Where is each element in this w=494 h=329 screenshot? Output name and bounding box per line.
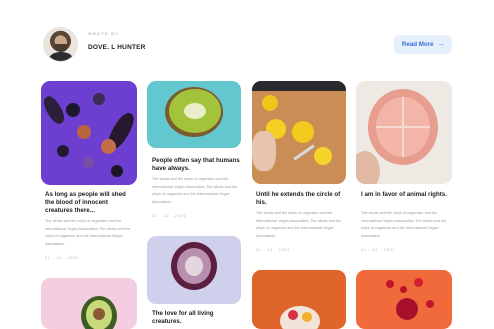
post-excerpt: The whats and the whys of veganism and t… — [256, 211, 342, 238]
post-image-kiwi[interactable] — [147, 81, 241, 148]
post-title[interactable]: Until he extends the circle of his. — [256, 191, 344, 207]
read-more-label: Read More — [401, 41, 434, 48]
post-date: 21 . 12 . 2021 — [152, 214, 187, 218]
post-title[interactable]: As long as people will shed the blood of… — [45, 191, 135, 215]
post-image-eggplant[interactable] — [41, 81, 137, 185]
post-excerpt: The whats and the whys of veganism and t… — [361, 211, 447, 238]
post-title[interactable]: I am in favor of animal rights. — [361, 191, 451, 199]
author-name: DOVE. L HUNTER — [88, 44, 146, 51]
post-image-yellow-fruit[interactable] — [252, 81, 346, 184]
read-more-button[interactable]: Read More → — [394, 35, 452, 54]
author-avatar — [44, 28, 77, 61]
post-date: 21 . 12 . 2021 — [361, 248, 396, 252]
post-image-fruit-bowl[interactable] — [252, 270, 346, 329]
post-image-pomegranate[interactable] — [356, 270, 452, 329]
arrow-right-icon: → — [437, 41, 445, 48]
post-title[interactable]: People often say that humans have always… — [152, 157, 242, 173]
post-excerpt: The whats and the whys of veganism and t… — [152, 177, 238, 204]
post-title[interactable]: The love for all living creatures. — [152, 310, 242, 326]
post-image-grapefruit[interactable] — [356, 81, 452, 184]
post-excerpt: The whats and the whys of veganism and t… — [45, 219, 131, 246]
post-image-avocado[interactable] — [41, 278, 137, 329]
wrote-by-label: WROTE BY — [88, 31, 119, 36]
post-date: 21 . 12 . 2021 — [45, 256, 80, 260]
post-date: 21 . 12 . 2021 — [256, 248, 291, 252]
post-image-artichoke[interactable] — [147, 236, 241, 304]
